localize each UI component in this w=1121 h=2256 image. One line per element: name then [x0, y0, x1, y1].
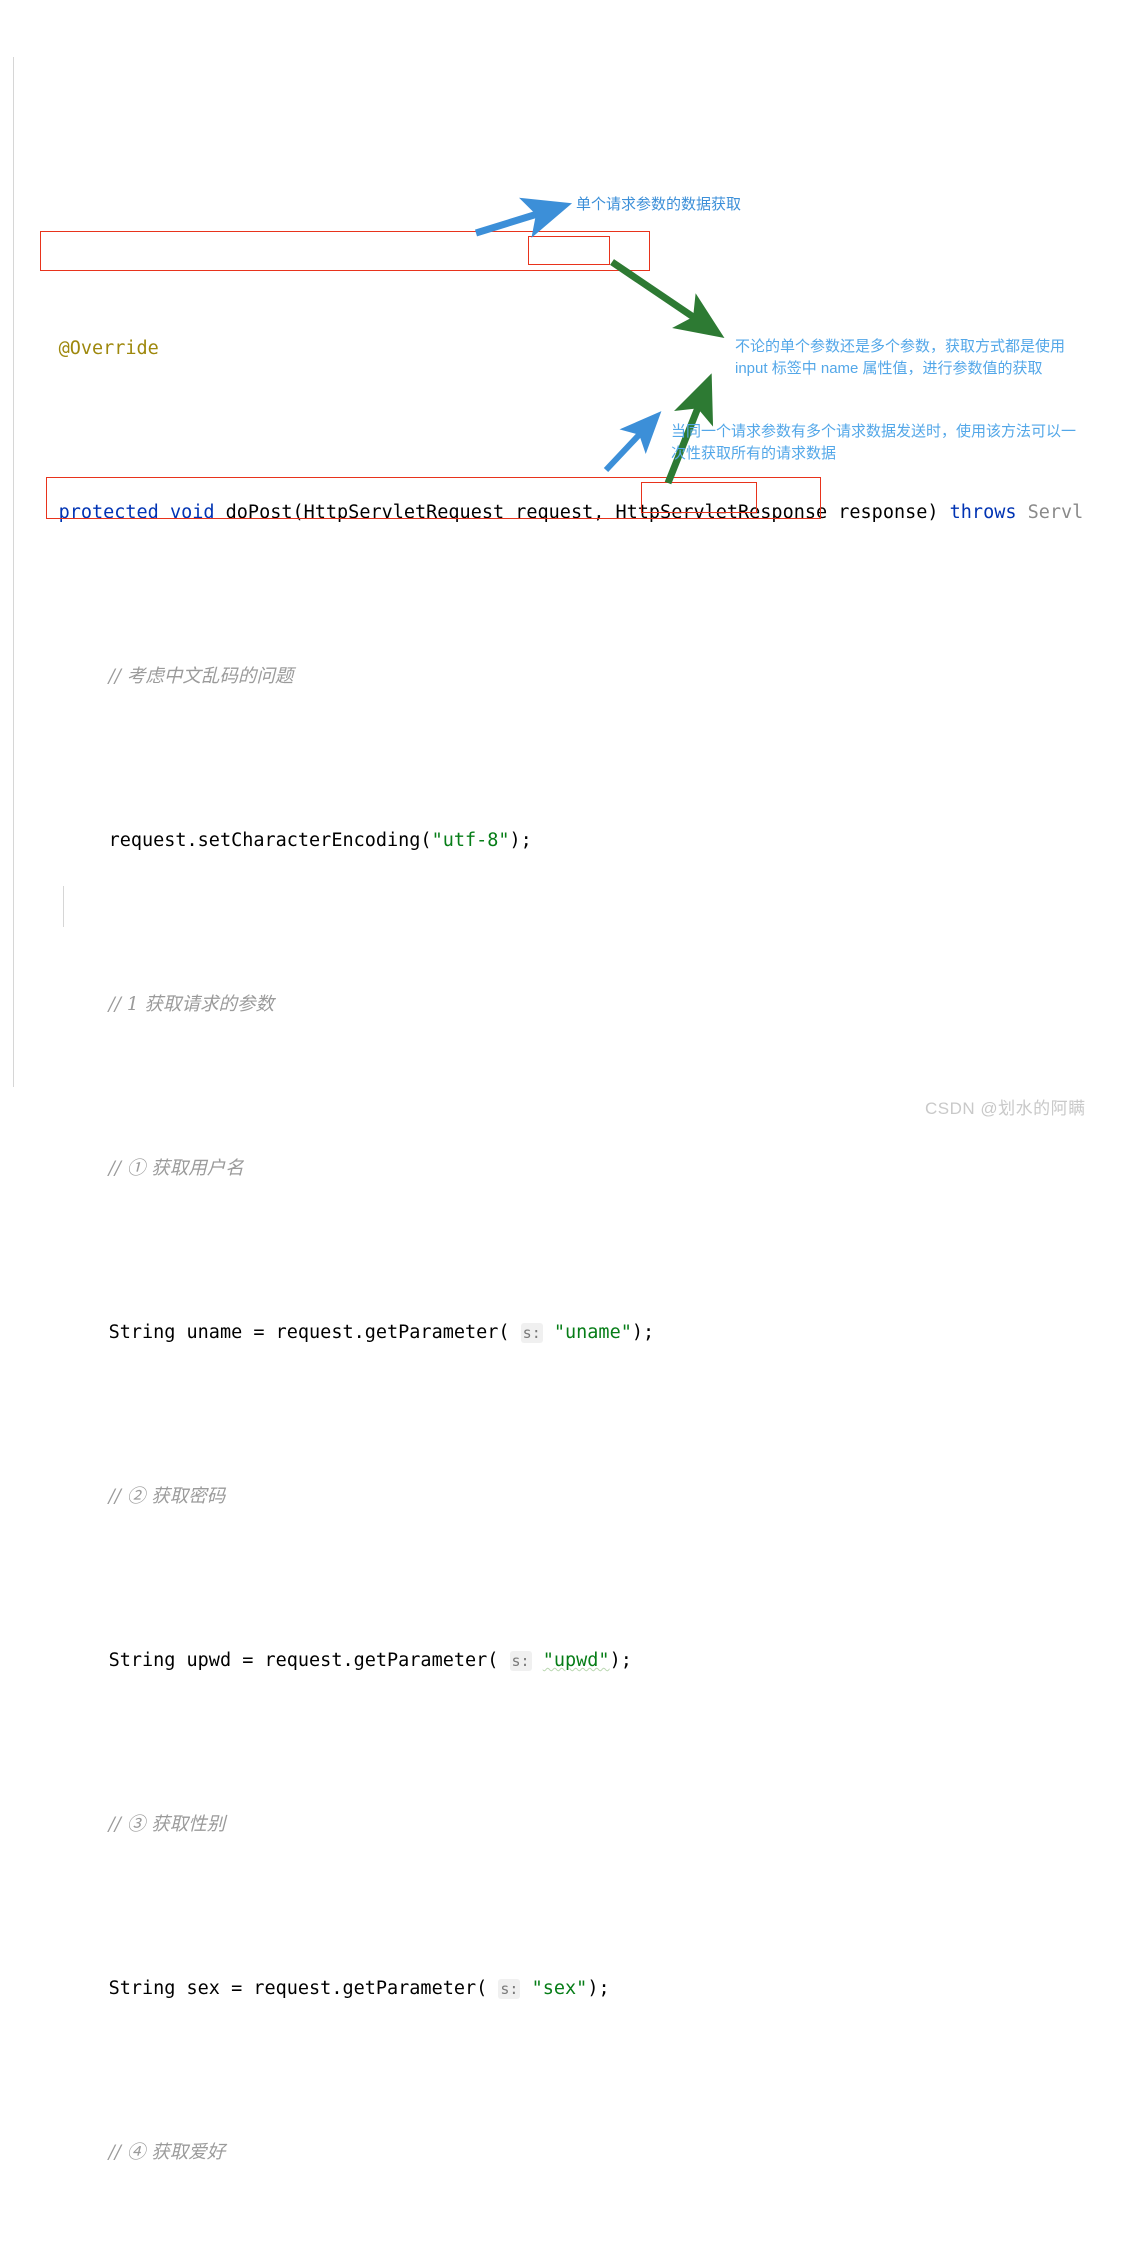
code-line[interactable]: // ② 获取密码: [0, 1435, 1121, 1507]
keyword-void: void: [169, 502, 215, 523]
type-httpservletrequest: HttpServletRequest: [303, 502, 505, 523]
comment-get-params: // 1 获取请求的参数: [108, 994, 275, 1015]
string-upwd: "upwd": [542, 1650, 610, 1671]
stmt-set-encoding: request.setCharacterEncoding(: [108, 830, 432, 851]
code-line[interactable]: String[] hobbies = request.getParameterV…: [0, 2255, 1121, 2256]
code-line[interactable]: protected void doPost(HttpServletRequest…: [0, 451, 1121, 523]
type-servletexception-truncated: Servl: [1027, 502, 1084, 523]
comment-encoding: // 考虑中文乱码的问题: [108, 666, 294, 687]
string-uname: "uname": [553, 1322, 632, 1343]
param-hint-s: s:: [498, 1979, 521, 1999]
code-line[interactable]: String upwd = request.getParameter( s: "…: [0, 1599, 1121, 1671]
decl-sex: String sex = request.getParameter(: [108, 1978, 488, 1999]
code-line[interactable]: // ③ 获取性别: [0, 1763, 1121, 1835]
keyword-throws: throws: [949, 502, 1017, 523]
stmt-tail: );: [631, 1322, 655, 1343]
stmt-tail: );: [509, 830, 532, 851]
code-line[interactable]: String sex = request.getParameter( s: "s…: [0, 1927, 1121, 1999]
string-utf8: "utf-8": [431, 830, 510, 851]
code-line[interactable]: // ④ 获取爱好: [0, 2091, 1121, 2163]
code-line[interactable]: // 1 获取请求的参数: [0, 943, 1121, 1015]
param-hint-s: s:: [509, 1651, 532, 1671]
comment-get-username: // ① 获取用户名: [108, 1158, 244, 1179]
stmt-tail: );: [609, 1650, 632, 1671]
method-name-dopost: doPost: [225, 502, 293, 523]
annotation-override: @Override: [58, 338, 159, 359]
decl-uname: String uname = request.getParameter(: [108, 1322, 510, 1343]
code-line[interactable]: String uname = request.getParameter( s: …: [0, 1271, 1121, 1343]
param-response: response: [838, 502, 928, 523]
code-editor[interactable]: @Override protected void doPost(HttpServ…: [0, 0, 1121, 2163]
keyword-protected: protected: [58, 502, 159, 523]
comment-get-gender: // ③ 获取性别: [108, 1814, 226, 1835]
stmt-tail: );: [587, 1978, 610, 1999]
code-line[interactable]: request.setCharacterEncoding("utf-8");: [0, 779, 1121, 851]
code-line[interactable]: // 考虑中文乱码的问题: [0, 615, 1121, 687]
decl-upwd: String upwd = request.getParameter(: [108, 1650, 499, 1671]
code-line[interactable]: @Override: [0, 287, 1121, 359]
comment-get-hobbies: // ④ 获取爱好: [108, 2142, 226, 2163]
comment-get-password: // ② 获取密码: [108, 1486, 226, 1507]
param-request: request: [515, 502, 594, 523]
param-hint-s: s:: [520, 1323, 543, 1343]
string-sex: "sex": [531, 1978, 588, 1999]
type-httpservletresponse: HttpServletResponse: [615, 502, 828, 523]
